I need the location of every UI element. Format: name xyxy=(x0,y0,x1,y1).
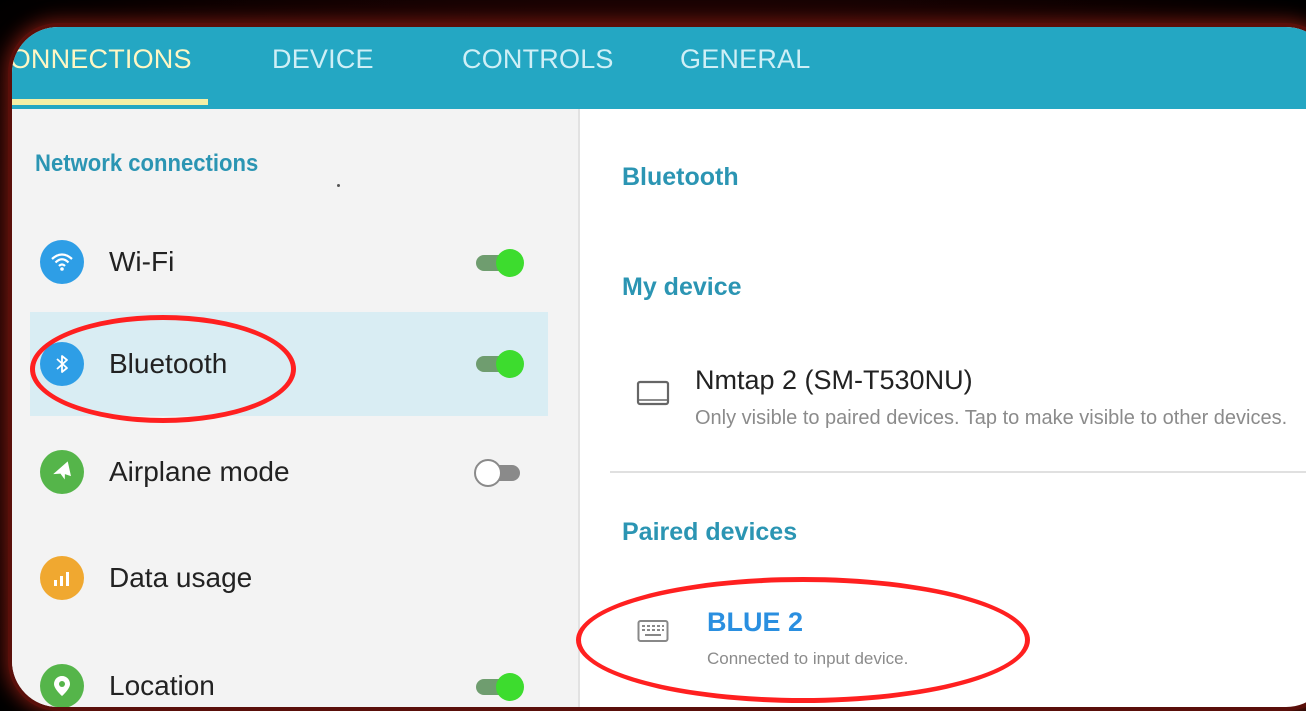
sidebar-item-label: Wi-Fi xyxy=(109,246,175,277)
bluetooth-icon xyxy=(40,342,84,386)
my-device-visibility: Only visible to paired devices. Tap to m… xyxy=(695,407,1288,429)
paired-device-name: BLUE 2 xyxy=(707,607,804,637)
section-divider xyxy=(610,471,1306,473)
my-device-name: Nmtap 2 (SM-T530NU) xyxy=(695,365,973,395)
wifi-icon xyxy=(40,240,84,284)
bluetooth-toggle[interactable] xyxy=(476,350,524,378)
sidebar-item-label: Bluetooth xyxy=(109,348,228,379)
active-tab-indicator xyxy=(12,99,208,105)
sidebar-item-wifi[interactable]: Wi-Fi xyxy=(30,223,548,301)
sidebar-item-data-usage[interactable]: Data usage xyxy=(30,539,548,617)
wifi-toggle[interactable] xyxy=(476,249,524,277)
screen-speck xyxy=(337,184,340,187)
network-connections-heading: Network connections xyxy=(35,150,259,177)
settings-tab-bar: CONNECTIONS DEVICE CONTROLS GENERAL xyxy=(12,27,1306,109)
sidebar-item-label: Airplane mode xyxy=(109,456,290,487)
paired-device-status: Connected to input device. xyxy=(707,649,909,668)
data-usage-icon xyxy=(40,556,84,600)
tab-controls[interactable]: CONTROLS xyxy=(462,44,614,84)
paired-devices-heading: Paired devices xyxy=(622,518,798,546)
sidebar-item-label: Data usage xyxy=(109,562,253,593)
airplane-icon xyxy=(40,450,84,494)
pane-divider xyxy=(578,109,580,707)
bluetooth-page-title: Bluetooth xyxy=(622,163,739,191)
tablet-icon xyxy=(636,379,670,414)
sidebar-item-label: Location xyxy=(109,670,215,701)
sidebar-item-location[interactable]: Location xyxy=(30,647,548,707)
tab-connections[interactable]: CONNECTIONS xyxy=(12,44,192,84)
keyboard-icon xyxy=(637,617,669,650)
sidebar-item-bluetooth[interactable]: Bluetooth xyxy=(30,312,548,416)
my-device-heading: My device xyxy=(622,273,742,301)
location-icon xyxy=(40,664,84,707)
tablet-screen: CONNECTIONS DEVICE CONTROLS GENERAL Netw… xyxy=(12,27,1306,707)
tab-general[interactable]: GENERAL xyxy=(680,44,810,84)
sidebar-item-airplane-mode[interactable]: Airplane mode xyxy=(30,433,548,511)
tab-connections-label: CONNECTIONS xyxy=(12,44,192,74)
tab-device[interactable]: DEVICE xyxy=(272,44,374,84)
airplane-mode-toggle[interactable] xyxy=(474,459,522,487)
location-toggle[interactable] xyxy=(476,673,524,701)
